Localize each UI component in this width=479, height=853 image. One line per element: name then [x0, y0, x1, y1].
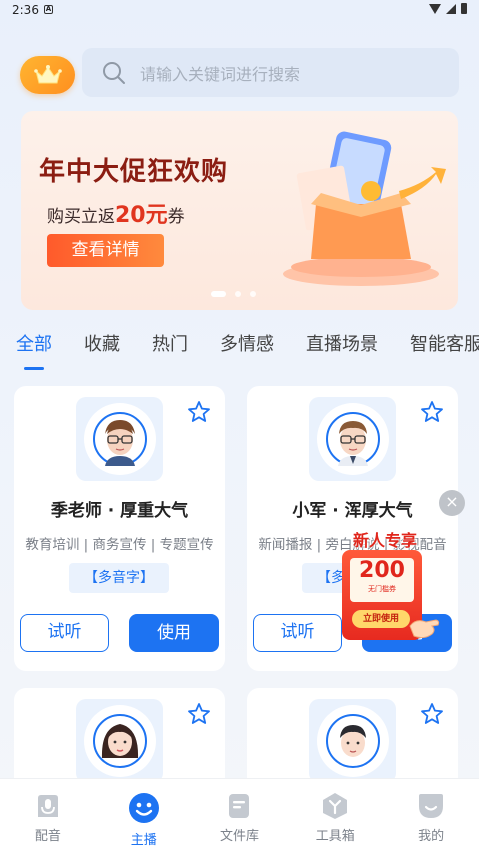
avatar-frame	[309, 699, 396, 783]
avatar-frame	[309, 397, 396, 481]
pagination-dot[interactable]	[211, 291, 226, 297]
banner-title: 年中大促狂欢购	[39, 157, 229, 187]
coupon-ticket: 200 无门槛券	[350, 558, 414, 602]
favorite-star-icon[interactable]	[420, 702, 444, 726]
tab-smart-service[interactable]: 智能客服	[410, 330, 479, 370]
battery-icon	[461, 3, 467, 14]
nav-label: 主播	[130, 833, 157, 848]
search-icon	[103, 61, 125, 84]
status-bar: 2:36 A	[0, 0, 479, 22]
gift-box-illustration	[283, 131, 446, 286]
profile-icon	[419, 794, 444, 818]
crown-icon	[33, 65, 62, 84]
nav-anchor[interactable]: 主播	[96, 779, 192, 853]
signal-icon	[446, 3, 456, 14]
use-button[interactable]: 使用	[129, 614, 219, 652]
voice-card[interactable]: 季老师 · 厚重大气 教育培训 | 商务宣传 | 专题宣传 【多音字】 试听 使…	[14, 386, 225, 671]
tab-hot[interactable]: 热门	[152, 330, 188, 370]
preview-button[interactable]: 试听	[253, 614, 342, 652]
voice-name: 季老师 · 厚重大气	[50, 501, 189, 521]
vip-crown-button[interactable]	[20, 56, 75, 94]
avatar	[84, 403, 156, 475]
tab-live-scene[interactable]: 直播场景	[306, 330, 378, 370]
avatar	[317, 705, 389, 777]
nav-dubbing[interactable]: 配音	[0, 779, 96, 853]
favorite-star-icon[interactable]	[420, 400, 444, 424]
tab-all[interactable]: 全部	[16, 330, 52, 370]
voice-name: 小军 · 浑厚大气	[292, 501, 413, 521]
bottom-nav: 配音 主播 文件库 工具箱 我的	[0, 778, 479, 853]
banner-subtitle-highlight: 20元	[115, 203, 168, 228]
nav-label: 工具箱	[315, 829, 355, 844]
pagination-dot[interactable]	[235, 291, 241, 297]
hand-pointer-icon	[409, 619, 440, 639]
coupon-amount: 200	[359, 558, 405, 583]
nav-file-library[interactable]: 文件库	[192, 779, 288, 853]
wifi-icon	[429, 3, 441, 14]
male-avatar-glasses-icon	[93, 412, 147, 466]
close-coupon-button[interactable]: ×	[439, 490, 465, 516]
category-tabs: 全部 收藏 热门 多情感 直播场景 智能客服	[16, 330, 479, 370]
promo-banner[interactable]: 年中大促狂欢购 购买立返20元券 查看详情	[21, 111, 458, 310]
banner-cta-button[interactable]: 查看详情	[47, 234, 164, 267]
avatar	[317, 403, 389, 475]
avatar-frame	[76, 699, 163, 783]
smiley-icon	[128, 793, 159, 823]
pagination-dot[interactable]	[250, 291, 256, 297]
coupon-use-button[interactable]: 立即使用	[352, 610, 410, 628]
female-avatar-icon	[93, 714, 147, 768]
nav-toolbox[interactable]: 工具箱	[287, 779, 383, 853]
male-avatar-glasses-icon	[326, 412, 380, 466]
avatar	[84, 705, 156, 777]
nav-mine[interactable]: 我的	[383, 779, 479, 853]
file-icon	[229, 794, 250, 818]
mic-icon	[37, 795, 58, 817]
status-time: 2:36	[12, 3, 39, 17]
favorite-star-icon[interactable]	[187, 400, 211, 424]
toolbox-icon	[323, 793, 348, 819]
new-user-coupon-popup[interactable]: 200 无门槛券 立即使用 新人专享	[336, 524, 440, 644]
avatar-frame	[76, 397, 163, 481]
nav-label: 配音	[34, 829, 61, 844]
banner-subtitle-prefix: 购买立返	[47, 207, 115, 227]
tab-multi-emotion[interactable]: 多情感	[220, 330, 274, 370]
search-bar[interactable]: 请输入关键词进行搜索	[82, 48, 459, 97]
status-icons	[429, 3, 467, 14]
tab-favorites[interactable]: 收藏	[84, 330, 120, 370]
coupon-amount-sub: 无门槛券	[368, 585, 396, 593]
nav-label: 我的	[418, 829, 445, 844]
nav-label: 文件库	[219, 829, 259, 844]
voice-tags: 教育培训 | 商务宣传 | 专题宣传	[25, 537, 214, 553]
favorite-star-icon[interactable]	[187, 702, 211, 726]
notification-a-icon: A	[44, 5, 53, 14]
search-placeholder: 请输入关键词进行搜索	[140, 64, 301, 84]
banner-subtitle: 购买立返20元券	[47, 197, 185, 229]
male-avatar-icon	[326, 714, 380, 768]
banner-pagination	[211, 291, 256, 297]
feature-badge: 【多音字】	[69, 563, 169, 593]
preview-button[interactable]: 试听	[20, 614, 109, 652]
banner-subtitle-suffix: 券	[167, 207, 185, 227]
coupon-title: 新人专享	[352, 531, 417, 550]
